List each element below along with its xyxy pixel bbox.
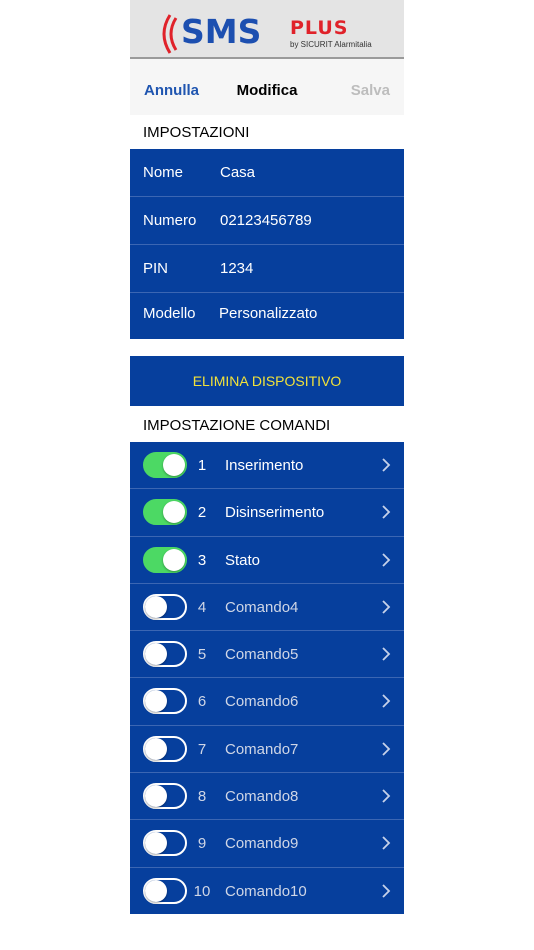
logo-byline: by SICURIT Alarmitalia — [290, 40, 372, 49]
settings-list: Nome Casa Numero 02123456789 PIN 1234 Mo… — [130, 149, 404, 339]
command-row[interactable]: 9 Comando9 — [130, 820, 404, 868]
command-name: Comando10 — [225, 882, 307, 900]
command-row[interactable]: 3 Stato — [130, 537, 404, 584]
command-number: 4 — [197, 598, 207, 616]
toggle-knob — [145, 643, 167, 666]
navigation-bar: Annulla Modifica Salva — [130, 59, 404, 115]
logo-sms-text: SMS — [181, 12, 262, 51]
command-row[interactable]: 10 Comando10 — [130, 868, 404, 914]
field-label: Modello — [143, 305, 196, 322]
chevron-right-icon[interactable] — [381, 598, 391, 616]
command-number: 2 — [197, 504, 207, 522]
field-row-modello[interactable]: Modello Personalizzato — [130, 293, 404, 339]
command-row[interactable]: 2 Disinserimento — [130, 489, 404, 537]
command-toggle[interactable] — [143, 499, 187, 526]
command-number: 8 — [197, 788, 207, 806]
command-name: Comando9 — [225, 835, 299, 853]
command-toggle[interactable] — [143, 452, 187, 478]
toggle-knob — [145, 832, 167, 855]
signal-waves-icon — [162, 14, 178, 54]
command-row[interactable]: 4 Comando4 — [130, 584, 404, 632]
pin-field[interactable]: 1234 — [220, 260, 253, 277]
chevron-right-icon[interactable] — [381, 882, 391, 900]
toggle-knob — [145, 737, 167, 760]
commands-list: 1 Inserimento 2 Disinserimento 3 Stato 4 Comand… — [130, 442, 404, 914]
command-toggle[interactable] — [143, 546, 187, 573]
chevron-right-icon[interactable] — [381, 645, 391, 663]
field-label: Nome — [143, 164, 184, 181]
toggle-knob — [145, 595, 167, 618]
command-row[interactable]: 5 Comando5 — [130, 631, 404, 679]
settings-section-title: IMPOSTAZIONI — [143, 124, 250, 141]
command-number: 3 — [197, 551, 207, 569]
chevron-right-icon[interactable] — [381, 551, 391, 569]
toggle-knob — [163, 548, 185, 571]
command-number: 5 — [197, 646, 207, 664]
command-name: Comando5 — [225, 646, 299, 664]
toggle-knob — [163, 454, 185, 476]
command-name: Comando4 — [225, 598, 299, 616]
command-name: Disinserimento — [225, 504, 325, 522]
command-row[interactable]: 7 Comando7 — [130, 726, 404, 774]
command-row[interactable]: 6 Comando6 — [130, 678, 404, 726]
command-name: Stato — [225, 551, 261, 569]
logo-header: SMS PLUS by SICURIT Alarmitalia — [130, 0, 404, 59]
model-field[interactable]: Personalizzato — [219, 305, 317, 322]
save-button[interactable]: Salva — [351, 82, 390, 99]
field-row-numero[interactable]: Numero 02123456789 — [130, 197, 404, 245]
command-toggle[interactable] — [143, 877, 187, 904]
chevron-right-icon[interactable] — [381, 740, 391, 758]
commands-section-title: IMPOSTAZIONE COMANDI — [143, 417, 331, 434]
command-toggle[interactable] — [143, 593, 187, 620]
command-number: 6 — [197, 693, 207, 711]
command-row[interactable]: 8 Comando8 — [130, 773, 404, 821]
command-number: 9 — [197, 835, 207, 853]
chevron-right-icon[interactable] — [381, 834, 391, 852]
command-name: Comando7 — [225, 740, 299, 758]
name-field[interactable]: Casa — [220, 164, 255, 181]
command-number: 7 — [197, 740, 207, 758]
command-number: 1 — [197, 457, 207, 474]
toggle-knob — [163, 501, 185, 524]
chevron-right-icon[interactable] — [381, 692, 391, 710]
field-row-pin[interactable]: PIN 1234 — [130, 245, 404, 293]
command-toggle[interactable] — [143, 688, 187, 715]
screen: SMS PLUS by SICURIT Alarmitalia Annulla … — [130, 0, 404, 950]
command-toggle[interactable] — [143, 830, 187, 857]
logo-plus-text: PLUS — [290, 17, 349, 39]
command-name: Comando8 — [225, 788, 299, 806]
command-name: Comando6 — [225, 693, 299, 711]
toggle-knob — [145, 879, 167, 902]
command-row[interactable]: 1 Inserimento — [130, 442, 404, 490]
delete-device-button[interactable]: ELIMINA DISPOSITIVO — [130, 356, 404, 406]
field-row-nome[interactable]: Nome Casa — [130, 149, 404, 197]
command-toggle[interactable] — [143, 783, 187, 810]
number-field[interactable]: 02123456789 — [220, 212, 312, 229]
field-label: PIN — [143, 260, 169, 277]
chevron-right-icon[interactable] — [381, 787, 391, 805]
command-toggle[interactable] — [143, 735, 187, 762]
toggle-knob — [145, 690, 167, 713]
chevron-right-icon[interactable] — [381, 456, 391, 474]
toggle-knob — [145, 785, 167, 808]
chevron-right-icon[interactable] — [381, 503, 391, 521]
command-name: Inserimento — [225, 457, 304, 474]
command-toggle[interactable] — [143, 641, 187, 668]
command-number: 10 — [193, 882, 211, 900]
field-label: Numero — [143, 212, 197, 229]
